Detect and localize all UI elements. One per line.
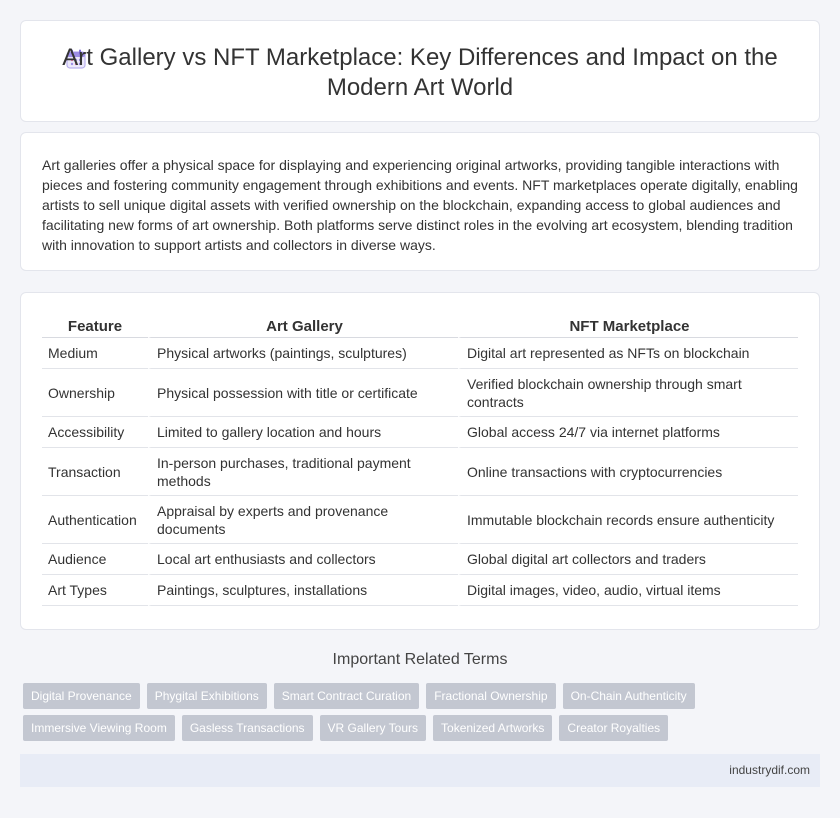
nft-marketplace-cell: Online transactions with cryptocurrencie…: [458, 448, 798, 496]
related-terms-heading: Important Related Terms: [332, 651, 508, 668]
art-gallery-cell: Appraisal by experts and provenance docu…: [148, 496, 458, 544]
table-header-row: Feature Art Gallery NFT Marketplace: [42, 316, 798, 338]
table-row: Art Types Paintings, sculptures, install…: [42, 575, 798, 606]
term-tag[interactable]: Creator Royalties: [559, 715, 669, 741]
footer: industrydif.com: [20, 754, 820, 787]
feature-cell: Transaction: [42, 448, 148, 496]
header-feature: Feature: [42, 316, 148, 338]
art-gallery-cell: Physical artworks (paintings, sculptures…: [148, 338, 458, 369]
comparison-table: Feature Art Gallery NFT Marketplace Medi…: [42, 316, 798, 606]
term-tag[interactable]: Gasless Transactions: [181, 715, 313, 741]
table-row: Ownership Physical possession with title…: [42, 369, 798, 417]
feature-cell: Audience: [42, 544, 148, 575]
nft-marketplace-cell: Global digital art collectors and trader…: [458, 544, 798, 575]
nft-marketplace-cell: Verified blockchain ownership through sm…: [458, 369, 798, 417]
feature-cell: Medium: [42, 338, 148, 369]
table-row: Authentication Appraisal by experts and …: [42, 496, 798, 544]
art-gallery-cell: Local art enthusiasts and collectors: [148, 544, 458, 575]
term-tag[interactable]: On-Chain Authenticity: [562, 683, 695, 709]
term-tag[interactable]: Phygital Exhibitions: [146, 683, 267, 709]
tag-row: Digital Provenance Phygital Exhibitions …: [23, 683, 823, 709]
term-tag[interactable]: Tokenized Artworks: [433, 715, 553, 741]
term-tag[interactable]: Fractional Ownership: [426, 683, 556, 709]
nft-marketplace-cell: Immutable blockchain records ensure auth…: [458, 496, 798, 544]
table-row: Audience Local art enthusiasts and colle…: [42, 544, 798, 575]
intro-paragraph: Art galleries offer a physical space for…: [42, 157, 798, 253]
header-nft-marketplace: NFT Marketplace: [458, 316, 798, 338]
art-gallery-cell: In-person purchases, traditional payment…: [148, 448, 458, 496]
term-tag[interactable]: Digital Provenance: [23, 683, 140, 709]
art-gallery-cell: Limited to gallery location and hours: [148, 417, 458, 448]
feature-cell: Ownership: [42, 369, 148, 417]
tag-row: Immersive Viewing Room Gasless Transacti…: [23, 715, 823, 741]
term-tag[interactable]: VR Gallery Tours: [319, 715, 427, 741]
nft-marketplace-cell: Digital art represented as NFTs on block…: [458, 338, 798, 369]
related-terms-list: Digital Provenance Phygital Exhibitions …: [23, 683, 823, 747]
art-gallery-cell: Paintings, sculptures, installations: [148, 575, 458, 606]
footer-site[interactable]: industrydif.com: [729, 763, 810, 777]
feature-cell: Authentication: [42, 496, 148, 544]
nft-marketplace-cell: Digital images, video, audio, virtual it…: [458, 575, 798, 606]
header-card: Art Gallery vs NFT Marketplace: Key Diff…: [20, 20, 820, 122]
term-tag[interactable]: Smart Contract Curation: [273, 683, 420, 709]
nft-marketplace-cell: Global access 24/7 via internet platform…: [458, 417, 798, 448]
comparison-table-card: Feature Art Gallery NFT Marketplace Medi…: [20, 292, 820, 630]
table-row: Medium Physical artworks (paintings, scu…: [42, 338, 798, 369]
feature-cell: Art Types: [42, 575, 148, 606]
page-title: Art Gallery vs NFT Marketplace: Key Diff…: [62, 44, 778, 101]
intro-card: Art galleries offer a physical space for…: [20, 132, 820, 271]
table-row: Accessibility Limited to gallery locatio…: [42, 417, 798, 448]
header-art-gallery: Art Gallery: [148, 316, 458, 338]
art-gallery-cell: Physical possession with title or certif…: [148, 369, 458, 417]
feature-cell: Accessibility: [42, 417, 148, 448]
table-row: Transaction In-person purchases, traditi…: [42, 448, 798, 496]
term-tag[interactable]: Immersive Viewing Room: [23, 715, 175, 741]
